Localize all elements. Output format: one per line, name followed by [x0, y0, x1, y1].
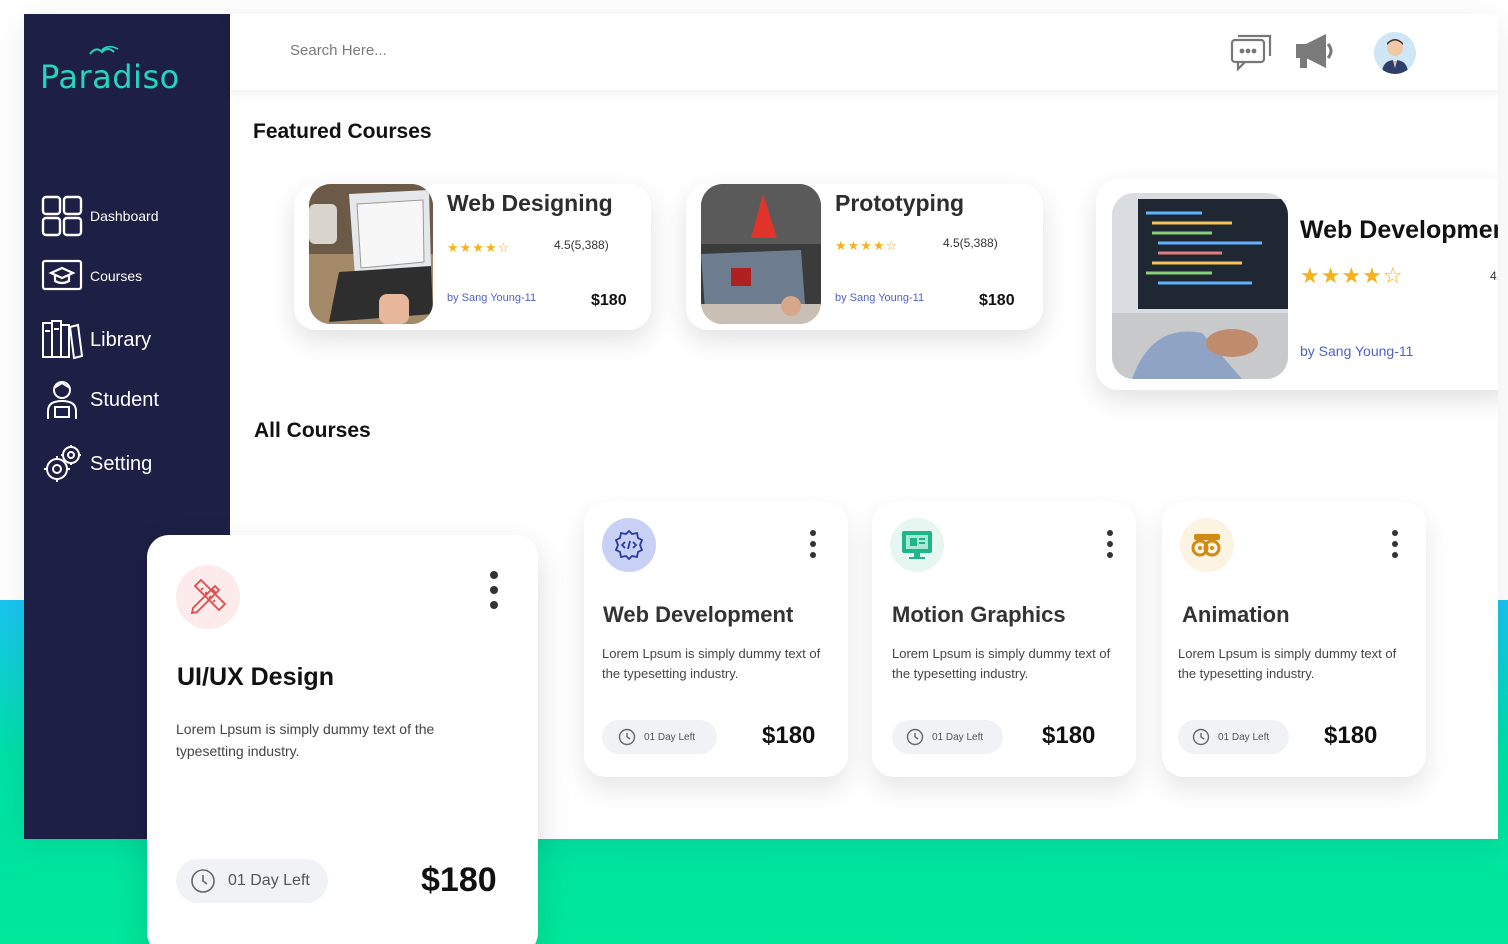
sidebar-item-label: Courses [90, 268, 143, 284]
sidebar-item-library[interactable]: Library [40, 318, 151, 362]
course-price: $180 [421, 861, 497, 899]
course-thumbnail [1112, 193, 1288, 379]
clock-icon [1192, 728, 1210, 746]
monitor-icon [890, 518, 944, 572]
library-books-icon [40, 318, 84, 362]
course-title: Animation [1182, 602, 1290, 627]
days-left-text: 01 Day Left [228, 872, 310, 889]
film-reel-icon [1180, 518, 1234, 572]
all-courses-heading: All Courses [254, 419, 371, 442]
course-card[interactable]: Animation Lorem Lpsum is simply dummy te… [1162, 502, 1426, 777]
course-title: Prototyping [835, 190, 965, 216]
days-left-text: 01 Day Left [644, 731, 696, 743]
course-title: Web Development [603, 602, 794, 627]
course-card-featured-uiux[interactable]: UI/UX Design Lorem Lpsum is simply dummy… [147, 535, 538, 944]
course-title: Web Designing [447, 190, 613, 216]
days-left-badge: 01 Day Left [1178, 720, 1289, 754]
top-bar [230, 14, 1498, 90]
featured-course-card[interactable]: Web Designing ★★★★☆ 4.5(5,388) by Sang Y… [294, 184, 651, 330]
days-left-text: 01 Day Left [932, 731, 984, 743]
course-price: $180 [979, 292, 1015, 309]
days-left-badge: 01 Day Left [176, 859, 328, 903]
star-rating: ★★★★☆ [447, 240, 511, 255]
course-thumbnail [701, 184, 821, 324]
sidebar-item-courses[interactable]: Courses [40, 254, 142, 298]
chat-icon[interactable] [1230, 32, 1274, 77]
course-author[interactable]: by Sang Young-11 [447, 292, 536, 304]
pencil-ruler-icon [176, 565, 240, 629]
clock-icon [191, 869, 215, 893]
featured-courses-heading: Featured Courses [253, 120, 432, 143]
course-description: Lorem Lpsum is simply dummy text of the … [176, 721, 435, 759]
course-price: $180 [591, 292, 627, 309]
course-thumbnail [309, 184, 433, 324]
course-price: $180 [1324, 722, 1378, 749]
course-title: Web Development [1300, 216, 1498, 244]
course-author[interactable]: by Sang Young-11 [835, 292, 924, 304]
dashboard-grid-icon [40, 194, 84, 238]
course-author[interactable]: by Sang Young-11 [1300, 343, 1413, 359]
sidebar-item-label: Setting [90, 452, 153, 475]
birds-icon [88, 44, 122, 62]
code-gear-icon [602, 518, 656, 572]
more-options-button[interactable] [1390, 530, 1400, 558]
sidebar-item-label: Library [90, 328, 152, 351]
sidebar-item-student[interactable]: Student [40, 378, 159, 422]
sidebar-item-dashboard[interactable]: Dashboard [40, 194, 159, 238]
course-card[interactable]: Motion Graphics Lorem Lpsum is simply du… [872, 502, 1136, 777]
search-input[interactable] [290, 38, 690, 62]
featured-course-card-expanded[interactable]: Web Development ★★★★☆ 4.5(5,388) by Sang… [1096, 179, 1498, 390]
brand-logo[interactable]: Paradiso [40, 45, 180, 96]
megaphone-icon[interactable] [1292, 32, 1336, 77]
more-options-button[interactable] [489, 571, 499, 609]
rating-count: 4.5(5,388) [1490, 269, 1498, 283]
featured-course-card[interactable]: Prototyping ★★★★☆ 4.5(5,388) by Sang You… [686, 184, 1043, 330]
clock-icon [906, 728, 924, 746]
courses-board-icon [40, 254, 84, 298]
star-rating: ★★★★☆ [1300, 263, 1404, 288]
course-description: Lorem Lpsum is simply dummy text of the … [602, 646, 821, 682]
rating-count: 4.5(5,388) [554, 238, 609, 252]
course-description: Lorem Lpsum is simply dummy text of the … [1178, 646, 1397, 682]
course-price: $180 [1042, 722, 1096, 749]
course-card[interactable]: Web Development Lorem Lpsum is simply du… [584, 502, 848, 777]
course-description: Lorem Lpsum is simply dummy text of the … [892, 646, 1111, 682]
brand-name: Paradiso [40, 58, 180, 96]
student-icon [40, 378, 84, 422]
course-price: $180 [762, 722, 816, 749]
course-title: Motion Graphics [892, 602, 1066, 627]
days-left-badge: 01 Day Left [892, 720, 1003, 754]
avatar[interactable] [1374, 32, 1416, 74]
days-left-text: 01 Day Left [1218, 731, 1270, 743]
sidebar-item-label: Dashboard [90, 208, 159, 224]
course-title: UI/UX Design [177, 663, 334, 691]
clock-icon [618, 728, 636, 746]
rating-count: 4.5(5,388) [943, 236, 998, 250]
sidebar-item-label: Student [90, 388, 159, 411]
star-rating: ★★★★☆ [835, 238, 899, 253]
sidebar-item-setting[interactable]: Setting [40, 442, 152, 486]
more-options-button[interactable] [1105, 530, 1115, 558]
more-options-button[interactable] [808, 530, 818, 558]
days-left-badge: 01 Day Left [602, 720, 717, 754]
gear-icon [40, 442, 84, 486]
